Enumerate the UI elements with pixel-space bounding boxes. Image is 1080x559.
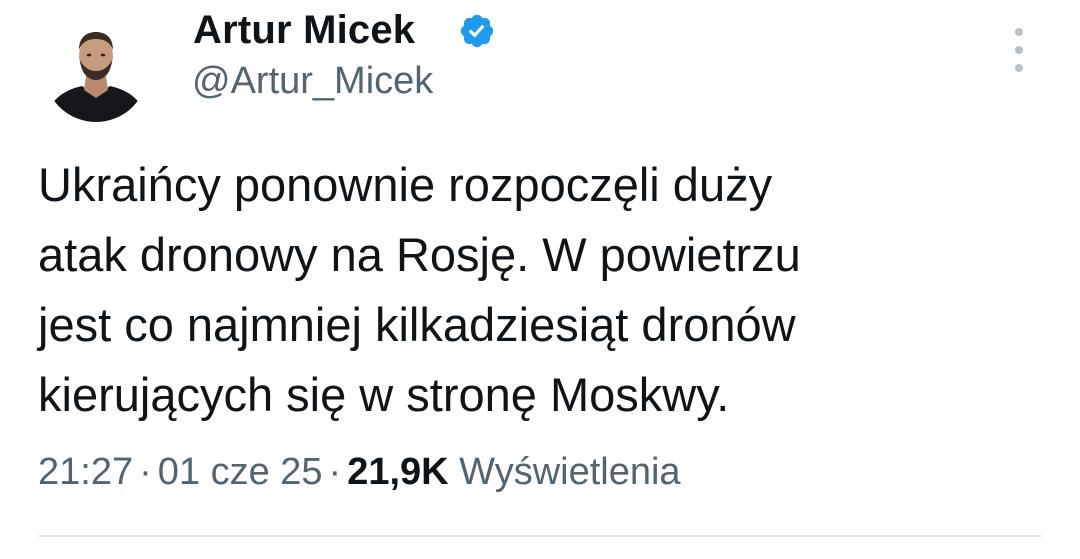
- tweet-text-line: atak dronowy na Rosję. W powietrzu: [38, 228, 801, 281]
- author-handle[interactable]: @Artur_Micek: [192, 60, 433, 103]
- author-display-name[interactable]: Artur Micek: [193, 8, 415, 53]
- tweet-text-line: kierujących się w stronę Moskwy.: [38, 368, 730, 421]
- tweet-date[interactable]: 01 cze 25: [158, 451, 323, 493]
- more-vertical-icon[interactable]: [1004, 28, 1034, 72]
- tweet-text-line: Ukraińcy ponownie rozpoczęli duży: [38, 158, 773, 211]
- tweet-text-line: jest co najmniej kilkadziesiąt dronów: [38, 298, 796, 351]
- more-dot: [1015, 28, 1023, 36]
- views-count: 21,9K: [347, 451, 449, 493]
- divider: [38, 535, 1042, 537]
- meta-separator: ·: [139, 451, 152, 493]
- tweet-card: Artur Micek @Artur_Micek Ukraińcy ponown…: [0, 0, 1080, 559]
- tweet-text: Ukraińcy ponownie rozpoczęli duży atak d…: [38, 150, 1048, 430]
- verified-badge-icon: [460, 14, 494, 48]
- avatar-photo: [44, 18, 148, 122]
- tweet-time[interactable]: 21:27: [38, 451, 133, 493]
- tweet-meta: 21:27 · 01 cze 25 · 21,9K Wyświetlenia: [38, 451, 681, 494]
- more-dot: [1015, 64, 1023, 72]
- meta-separator: ·: [328, 451, 342, 493]
- avatar[interactable]: [44, 18, 148, 122]
- more-dot: [1015, 46, 1023, 54]
- views-label: Wyświetlenia: [459, 451, 681, 493]
